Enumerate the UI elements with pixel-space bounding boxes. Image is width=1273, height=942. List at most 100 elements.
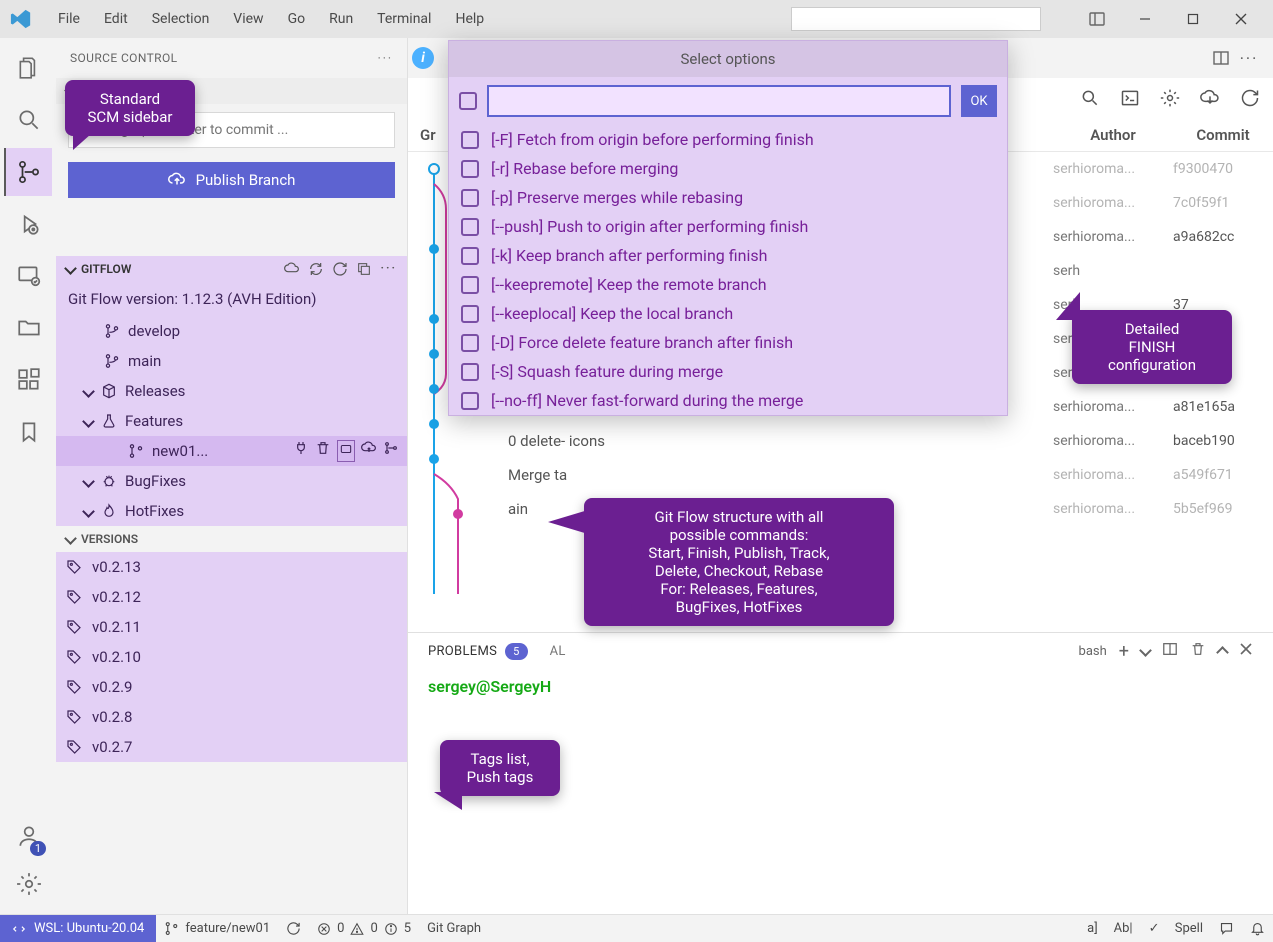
trash-icon[interactable] xyxy=(1190,641,1206,661)
menu-edit[interactable]: Edit xyxy=(94,7,138,31)
terminal-icon[interactable] xyxy=(1117,85,1143,111)
refresh-icon[interactable] xyxy=(1237,85,1263,111)
dropdown-option[interactable]: [-k] Keep branch after performing finish xyxy=(449,241,1007,270)
fetch-icon[interactable] xyxy=(1197,85,1223,111)
dropdown-option[interactable]: [--keeplocal] Keep the local branch xyxy=(449,299,1007,328)
dropdown-option[interactable]: [--keepremote] Keep the remote branch xyxy=(449,270,1007,299)
search-icon[interactable] xyxy=(4,96,52,144)
cloud-publish-icon[interactable] xyxy=(361,440,377,462)
section-gitflow-header[interactable]: GITFLOW ··· xyxy=(56,256,407,282)
menu-file[interactable]: File xyxy=(48,7,90,31)
split-terminal-icon[interactable] xyxy=(1162,641,1178,661)
status-ab[interactable]: Ab| xyxy=(1106,921,1141,936)
folder-icon[interactable] xyxy=(4,304,52,352)
close-panel-icon[interactable] xyxy=(1239,642,1253,660)
cloud-sync-icon[interactable] xyxy=(284,261,300,277)
checkout-icon[interactable] xyxy=(337,440,355,462)
commit-row[interactable]: Merge taserhioroma...a549f671 xyxy=(408,458,1273,492)
collapse-icon[interactable] xyxy=(356,261,372,277)
close-button[interactable] xyxy=(1219,2,1263,36)
feedback-icon[interactable] xyxy=(1211,921,1242,936)
debug-icon[interactable] xyxy=(4,200,52,248)
dropdown-option[interactable]: [-F] Fetch from origin before performing… xyxy=(449,125,1007,154)
status-misc[interactable]: a] xyxy=(1079,921,1106,936)
version-item[interactable]: v0.2.9 xyxy=(56,672,407,702)
option-checkbox[interactable] xyxy=(461,218,479,236)
maximize-button[interactable] xyxy=(1171,2,1215,36)
releases-node[interactable]: Releases xyxy=(56,376,407,406)
new-terminal-icon[interactable]: + xyxy=(1119,641,1129,662)
settings-gear-icon[interactable] xyxy=(4,860,52,908)
sync-status[interactable] xyxy=(278,921,309,936)
branch-main[interactable]: main xyxy=(56,346,407,376)
chevron-up-icon[interactable] xyxy=(1218,644,1227,659)
sync-icon[interactable] xyxy=(332,261,348,277)
version-item[interactable]: v0.2.10 xyxy=(56,642,407,672)
branch-indicator[interactable]: feature/new01 xyxy=(156,921,278,936)
version-item[interactable]: v0.2.7 xyxy=(56,732,407,762)
dropdown-option[interactable]: [-p] Preserve merges while rebasing xyxy=(449,183,1007,212)
menu-run[interactable]: Run xyxy=(319,7,363,31)
menu-go[interactable]: Go xyxy=(278,7,316,31)
dropdown-option[interactable]: [-r] Rebase before merging xyxy=(449,154,1007,183)
dropdown-filter-input[interactable] xyxy=(487,85,951,117)
bugfixes-node[interactable]: BugFixes xyxy=(56,466,407,496)
explorer-icon[interactable] xyxy=(4,44,52,92)
col-author[interactable]: Author xyxy=(1053,118,1173,151)
split-editor-icon[interactable] xyxy=(1207,44,1235,72)
menu-help[interactable]: Help xyxy=(445,7,494,31)
col-commit[interactable]: Commit xyxy=(1173,118,1273,151)
trash-icon[interactable] xyxy=(315,440,331,462)
bookmark-icon[interactable] xyxy=(4,408,52,456)
version-item[interactable]: v0.2.11 xyxy=(56,612,407,642)
problems-status[interactable]: 0 0 5 xyxy=(309,921,419,936)
menu-terminal[interactable]: Terminal xyxy=(367,7,441,31)
option-checkbox[interactable] xyxy=(461,334,479,352)
search-icon[interactable] xyxy=(1077,85,1103,111)
publish-branch-button[interactable]: Publish Branch xyxy=(68,162,395,198)
menu-selection[interactable]: Selection xyxy=(142,7,220,31)
more-icon[interactable]: ··· xyxy=(378,51,393,65)
commit-row[interactable]: 0 delete- iconsserhioroma...baceb190 xyxy=(408,424,1273,458)
version-item[interactable]: v0.2.8 xyxy=(56,702,407,732)
option-checkbox[interactable] xyxy=(461,363,479,381)
option-checkbox[interactable] xyxy=(461,276,479,294)
option-checkbox[interactable] xyxy=(461,392,479,410)
option-checkbox[interactable] xyxy=(461,189,479,207)
version-item[interactable]: v0.2.13 xyxy=(56,552,407,582)
section-versions-header[interactable]: VERSIONS xyxy=(56,526,407,552)
select-all-checkbox[interactable] xyxy=(459,92,477,110)
remote-indicator[interactable]: WSL: Ubuntu-20.04 xyxy=(0,915,156,942)
features-node[interactable]: Features xyxy=(56,406,407,436)
refresh-icon[interactable] xyxy=(308,261,324,277)
account-icon[interactable]: 1 xyxy=(4,812,52,860)
layout-icon[interactable] xyxy=(1075,2,1119,36)
option-checkbox[interactable] xyxy=(461,131,479,149)
command-center[interactable] xyxy=(791,7,1041,31)
extensions-icon[interactable] xyxy=(4,356,52,404)
chevron-down-icon[interactable] xyxy=(1141,644,1150,659)
gitgraph-status[interactable]: Git Graph xyxy=(419,921,489,936)
dropdown-option[interactable]: [-D] Force delete feature branch after f… xyxy=(449,328,1007,357)
option-checkbox[interactable] xyxy=(461,247,479,265)
source-control-icon[interactable] xyxy=(4,148,52,196)
gear-icon[interactable] xyxy=(1157,85,1183,111)
version-item[interactable]: v0.2.12 xyxy=(56,582,407,612)
hotfixes-node[interactable]: HotFixes xyxy=(56,496,407,526)
dropdown-option[interactable]: [--push] Push to origin after performing… xyxy=(449,212,1007,241)
status-spell[interactable]: ✓ Spell xyxy=(1141,921,1211,936)
more-icon[interactable]: ··· xyxy=(1235,44,1263,72)
terminal-body[interactable]: sergey@SergeyH xyxy=(408,669,1273,704)
remote-explorer-icon[interactable] xyxy=(4,252,52,300)
rebase-icon[interactable] xyxy=(383,440,399,462)
ok-button[interactable]: OK xyxy=(961,85,997,117)
branch-develop[interactable]: develop xyxy=(56,316,407,346)
more-icon[interactable]: ··· xyxy=(380,261,397,277)
info-icon[interactable]: i xyxy=(412,47,434,69)
shell-label[interactable]: bash xyxy=(1079,644,1107,659)
minimize-button[interactable] xyxy=(1123,2,1167,36)
plug-icon[interactable] xyxy=(293,440,309,462)
dropdown-option[interactable]: [-S] Squash feature during merge xyxy=(449,357,1007,386)
option-checkbox[interactable] xyxy=(461,160,479,178)
option-checkbox[interactable] xyxy=(461,305,479,323)
